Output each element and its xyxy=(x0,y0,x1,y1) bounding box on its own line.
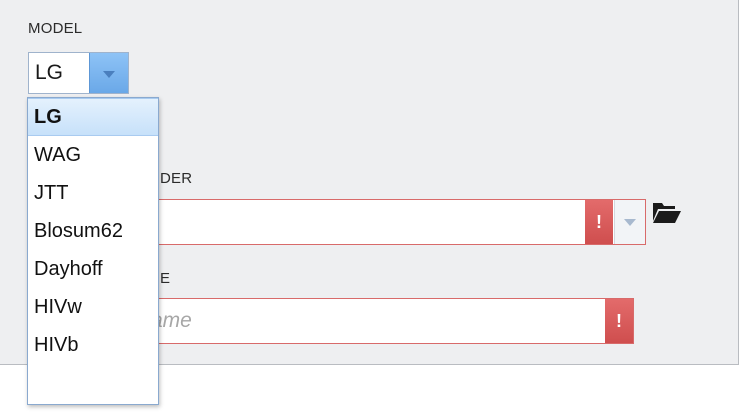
model-option-hivw[interactable]: HIVw xyxy=(28,288,158,326)
model-option-dayhoff[interactable]: Dayhoff xyxy=(28,250,158,288)
chevron-down-icon xyxy=(624,219,636,226)
model-select-value: LG xyxy=(35,61,64,84)
model-dropdown-list: LG WAG JTT Blosum62 Dayhoff HIVw HIVb xyxy=(27,97,159,405)
name-error-badge: ! xyxy=(605,299,633,343)
model-option-jtt[interactable]: JTT xyxy=(28,174,158,212)
error-icon: ! xyxy=(596,212,602,232)
model-select[interactable]: LG xyxy=(28,52,129,94)
model-option-hivb[interactable]: HIVb xyxy=(28,326,158,364)
model-select-toggle[interactable] xyxy=(89,53,128,93)
folder-label: DER xyxy=(160,170,193,187)
model-option-wag[interactable]: WAG xyxy=(28,136,158,174)
chevron-down-icon xyxy=(103,71,115,78)
error-icon: ! xyxy=(616,311,622,331)
folder-open-icon[interactable] xyxy=(652,200,682,224)
name-input[interactable]: ame ! xyxy=(140,298,634,344)
folder-error-badge: ! xyxy=(585,200,613,244)
model-label: MODEL xyxy=(28,20,83,37)
model-option-blosum62[interactable]: Blosum62 xyxy=(28,212,158,250)
name-label: E xyxy=(160,270,171,287)
folder-dropdown-toggle[interactable] xyxy=(614,200,645,244)
folder-input[interactable]: ! xyxy=(140,199,646,245)
model-option-lg[interactable]: LG xyxy=(28,98,158,136)
